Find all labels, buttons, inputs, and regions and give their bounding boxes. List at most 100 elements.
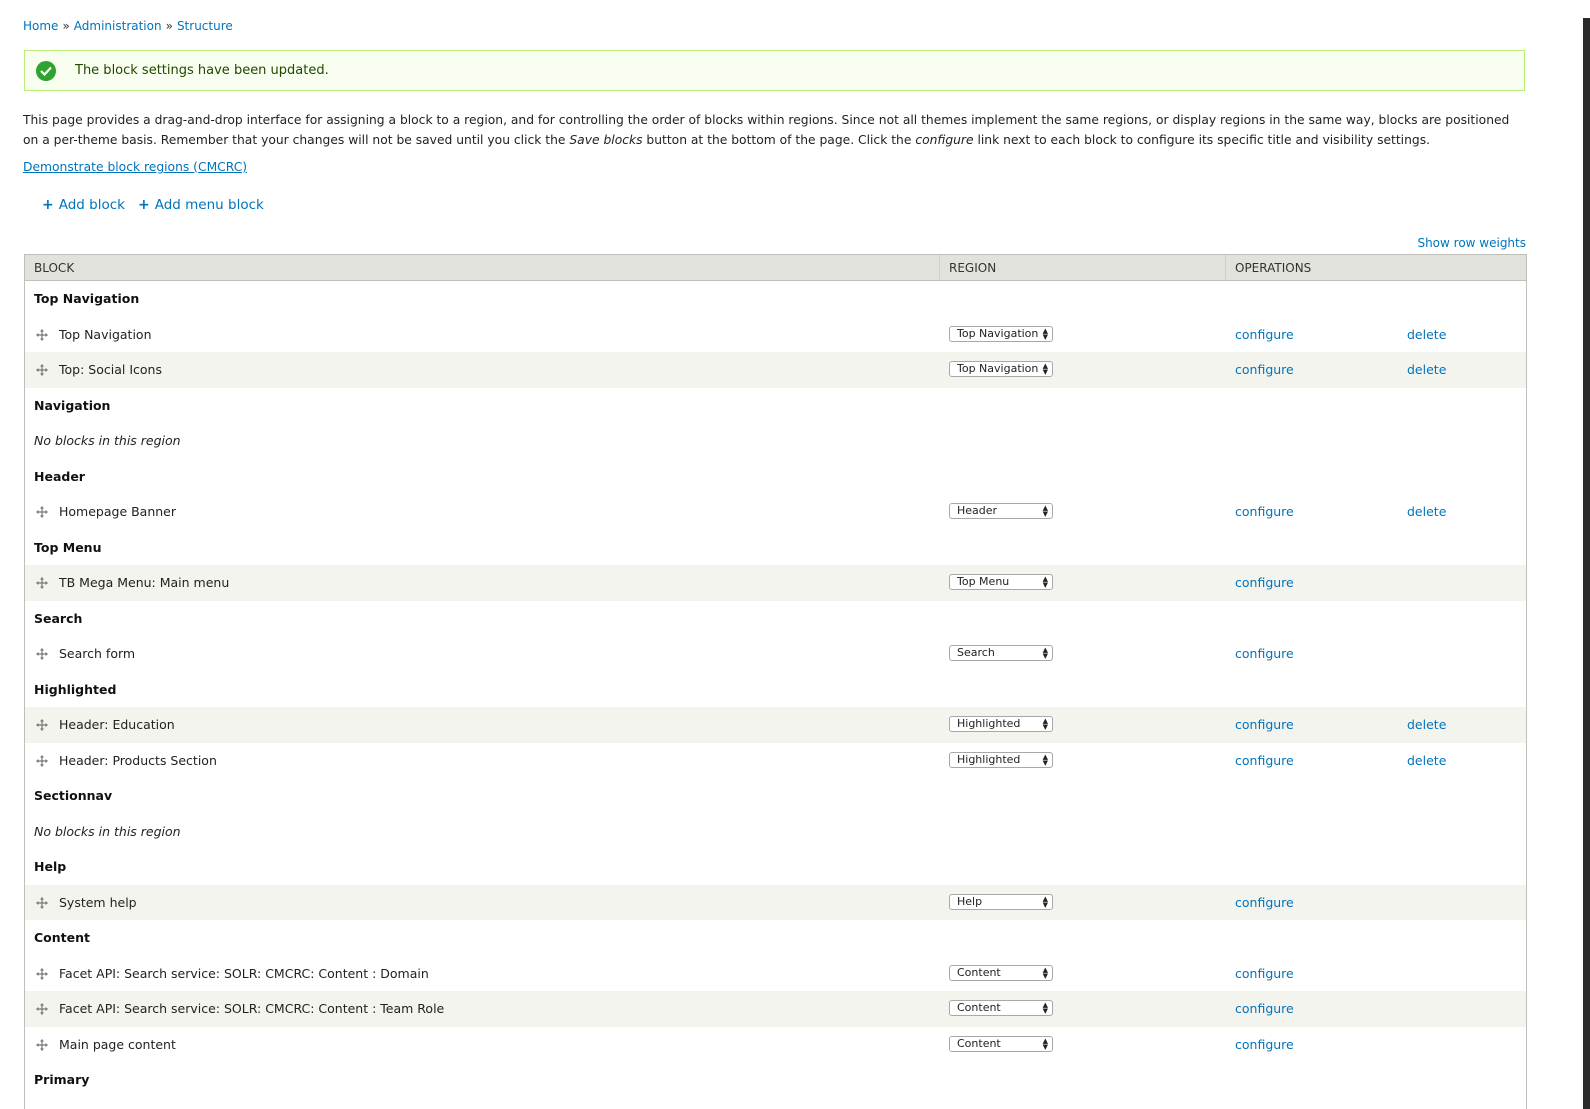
region-select[interactable]: Content ▲ ▼ xyxy=(949,1000,1053,1016)
block-name: Header: Education xyxy=(59,717,175,732)
delete-link[interactable]: delete xyxy=(1407,504,1446,519)
help-text-part: button at the bottom of the page. Click … xyxy=(642,133,916,147)
configure-link[interactable]: configure xyxy=(1235,895,1294,910)
block-name: Header: Products Section xyxy=(59,752,217,768)
blocks-table: BLOCK REGION OPERATIONS Top Navigation To… xyxy=(24,254,1527,1109)
region-heading: Help xyxy=(25,849,1526,885)
table-row: System help Help ▲ ▼ configure xyxy=(25,884,1526,920)
region-select[interactable]: Top Navigation ▲ ▼ xyxy=(949,361,1053,377)
block-name: Search form xyxy=(59,646,136,661)
region-select-value: Search xyxy=(957,646,995,659)
drag-handle-icon[interactable] xyxy=(36,364,48,376)
configure-link[interactable]: configure xyxy=(1235,504,1294,519)
configure-link[interactable]: configure xyxy=(1235,717,1294,732)
region-select[interactable]: Help ▲ ▼ xyxy=(949,893,1053,910)
delete-link[interactable]: delete xyxy=(1407,753,1446,768)
breadcrumb-separator: » xyxy=(62,19,70,33)
region-select[interactable]: Content ▲ ▼ xyxy=(949,964,1053,981)
add-block-label: Add block xyxy=(58,197,125,213)
configure-link[interactable]: configure xyxy=(1235,646,1294,661)
window-scrollbar[interactable] xyxy=(1583,18,1590,1109)
empty-region-message: No blocks in this region xyxy=(25,814,1526,850)
region-select[interactable]: Header ▲ ▼ xyxy=(949,503,1053,519)
help-text-part: link next to each block to configure its… xyxy=(973,133,1431,147)
region-heading: Navigation xyxy=(25,388,1526,424)
drag-handle-icon[interactable] xyxy=(36,967,48,980)
select-arrows-icon: ▲ ▼ xyxy=(1042,894,1048,909)
configure-link[interactable]: configure xyxy=(1235,575,1294,590)
configure-link[interactable]: configure xyxy=(1235,1001,1294,1016)
region-heading: Search xyxy=(25,601,1526,637)
configure-link[interactable]: configure xyxy=(1235,362,1294,377)
table-row: Search form Search ▲ ▼ configure xyxy=(25,636,1526,672)
select-arrows-icon: ▲ ▼ xyxy=(1042,752,1048,767)
region-select-value: Highlighted xyxy=(957,717,1021,730)
block-name: Facet API: Search service: SOLR: CMCRC: … xyxy=(59,1001,445,1016)
region-select-value: Top Navigation xyxy=(957,326,1039,340)
drag-handle-icon[interactable] xyxy=(36,896,48,909)
drag-handle-icon[interactable] xyxy=(36,1003,48,1015)
drag-handle-icon[interactable] xyxy=(36,719,48,731)
add-menu-block-label: Add menu block xyxy=(154,197,264,213)
table-row: Top Navigation Top Navigation ▲ ▼ configure d… xyxy=(25,317,1526,353)
delete-link[interactable]: delete xyxy=(1407,717,1446,732)
column-header-operations: OPERATIONS xyxy=(1235,261,1312,275)
delete-link[interactable]: delete xyxy=(1407,362,1446,377)
block-name: System help xyxy=(59,894,137,910)
breadcrumb-structure[interactable]: Structure xyxy=(177,19,233,33)
region-select[interactable]: Content ▲ ▼ xyxy=(949,1035,1053,1052)
drag-handle-icon[interactable] xyxy=(36,577,48,589)
delete-link[interactable]: delete xyxy=(1407,327,1446,342)
region-heading-label: Navigation xyxy=(34,397,111,413)
column-divider xyxy=(939,255,940,280)
block-name: Top Navigation xyxy=(59,326,152,342)
table-row: Main page content Content ▲ ▼ configure xyxy=(25,1027,1526,1063)
help-text-emphasis: configure xyxy=(915,133,974,147)
column-divider xyxy=(1225,255,1226,280)
region-select-value: Highlighted xyxy=(957,752,1021,766)
empty-region-message: No blocks in this region xyxy=(25,423,1526,459)
select-arrows-icon: ▲ ▼ xyxy=(1042,575,1048,589)
region-select-value: Header xyxy=(957,504,998,517)
region-select[interactable]: Highlighted ▲ ▼ xyxy=(949,751,1053,768)
region-heading: Top Menu xyxy=(25,530,1526,566)
configure-link[interactable]: configure xyxy=(1235,966,1294,981)
configure-link[interactable]: configure xyxy=(1235,753,1294,768)
plus-icon: + xyxy=(137,197,150,213)
region-heading-label: Primary xyxy=(34,1072,90,1087)
configure-link[interactable]: configure xyxy=(1235,327,1294,342)
add-menu-block-link[interactable]: + Add menu block xyxy=(138,197,264,213)
drag-handle-icon[interactable] xyxy=(36,328,48,341)
region-select[interactable]: Highlighted ▲ ▼ xyxy=(949,716,1053,732)
region-select[interactable]: Search ▲ ▼ xyxy=(949,645,1053,661)
region-heading-label: Search xyxy=(34,610,83,626)
block-name: Homepage Banner xyxy=(59,504,177,519)
region-heading-label: Header xyxy=(34,468,85,484)
show-row-weights-link[interactable]: Show row weights xyxy=(1417,236,1526,250)
select-arrows-icon: ▲ ▼ xyxy=(1042,362,1048,376)
drag-handle-icon[interactable] xyxy=(36,754,48,767)
region-heading: Highlighted xyxy=(25,672,1526,708)
breadcrumb-home[interactable]: Home xyxy=(23,19,58,33)
demonstrate-block-regions-link[interactable]: Demonstrate block regions (CMCRC) xyxy=(23,160,247,174)
region-select[interactable]: Top Navigation ▲ ▼ xyxy=(949,325,1053,342)
region-select-value: Top Navigation xyxy=(957,362,1039,375)
breadcrumb-administration[interactable]: Administration xyxy=(74,19,162,33)
drag-handle-icon[interactable] xyxy=(36,1038,48,1051)
drag-handle-icon[interactable] xyxy=(36,648,48,660)
add-block-link[interactable]: + Add block xyxy=(42,197,125,213)
status-message: The block settings have been updated. xyxy=(24,50,1525,91)
select-arrows-icon: ▲ ▼ xyxy=(1042,1001,1048,1015)
select-arrows-icon: ▲ ▼ xyxy=(1042,326,1048,341)
region-heading-label: Top Menu xyxy=(34,539,102,555)
action-links: + Add block + Add menu block xyxy=(42,197,264,213)
status-text: The block settings have been updated. xyxy=(75,63,329,78)
region-heading-label: Highlighted xyxy=(34,681,117,697)
drag-handle-icon[interactable] xyxy=(36,506,48,518)
region-heading: Header xyxy=(25,459,1526,495)
breadcrumb-separator: » xyxy=(165,19,173,33)
select-arrows-icon: ▲ ▼ xyxy=(1042,1036,1048,1051)
region-select[interactable]: Top Menu ▲ ▼ xyxy=(949,574,1053,590)
plus-icon: + xyxy=(42,197,54,213)
configure-link[interactable]: configure xyxy=(1235,1037,1294,1052)
